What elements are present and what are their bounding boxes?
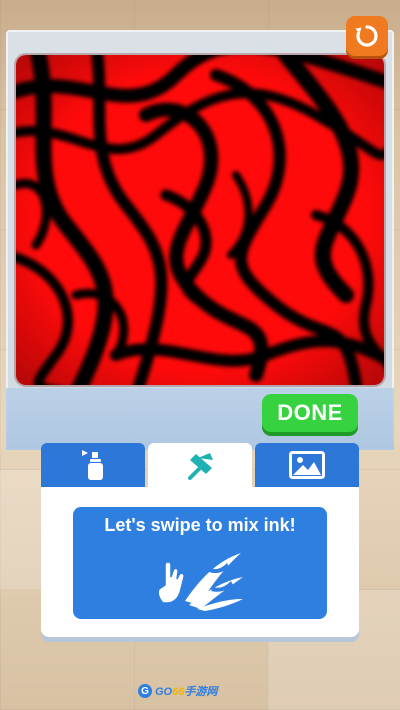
swipe-gesture-icon xyxy=(157,553,243,611)
restart-icon xyxy=(355,25,378,47)
watermark-logo-icon: G xyxy=(138,684,152,698)
done-button[interactable]: DONE xyxy=(262,394,358,432)
ink-canvas[interactable] xyxy=(16,55,384,385)
restart-button[interactable] xyxy=(346,16,388,56)
done-label: DONE xyxy=(277,400,343,425)
tab-spray[interactable] xyxy=(41,443,145,487)
tool-tabs xyxy=(41,443,359,489)
tab-image[interactable] xyxy=(255,443,359,487)
watermark-text-b: 66 xyxy=(172,686,185,698)
marbled-ink xyxy=(16,55,384,385)
watermark-text-c: 手游网 xyxy=(184,686,218,698)
tool-panel: Let's swipe to mix ink! xyxy=(41,487,359,637)
watermark-text-a: GO xyxy=(155,686,173,698)
ink-vignette xyxy=(16,55,384,385)
tab-stir[interactable] xyxy=(148,443,252,489)
watermark: G GO66手游网 xyxy=(138,682,217,700)
image-icon xyxy=(289,451,325,479)
spray-can-icon xyxy=(82,450,103,480)
hint-text: Let's swipe to mix ink! xyxy=(104,515,296,535)
hint-card: Let's swipe to mix ink! xyxy=(73,507,327,619)
stir-tool-icon xyxy=(188,453,213,480)
